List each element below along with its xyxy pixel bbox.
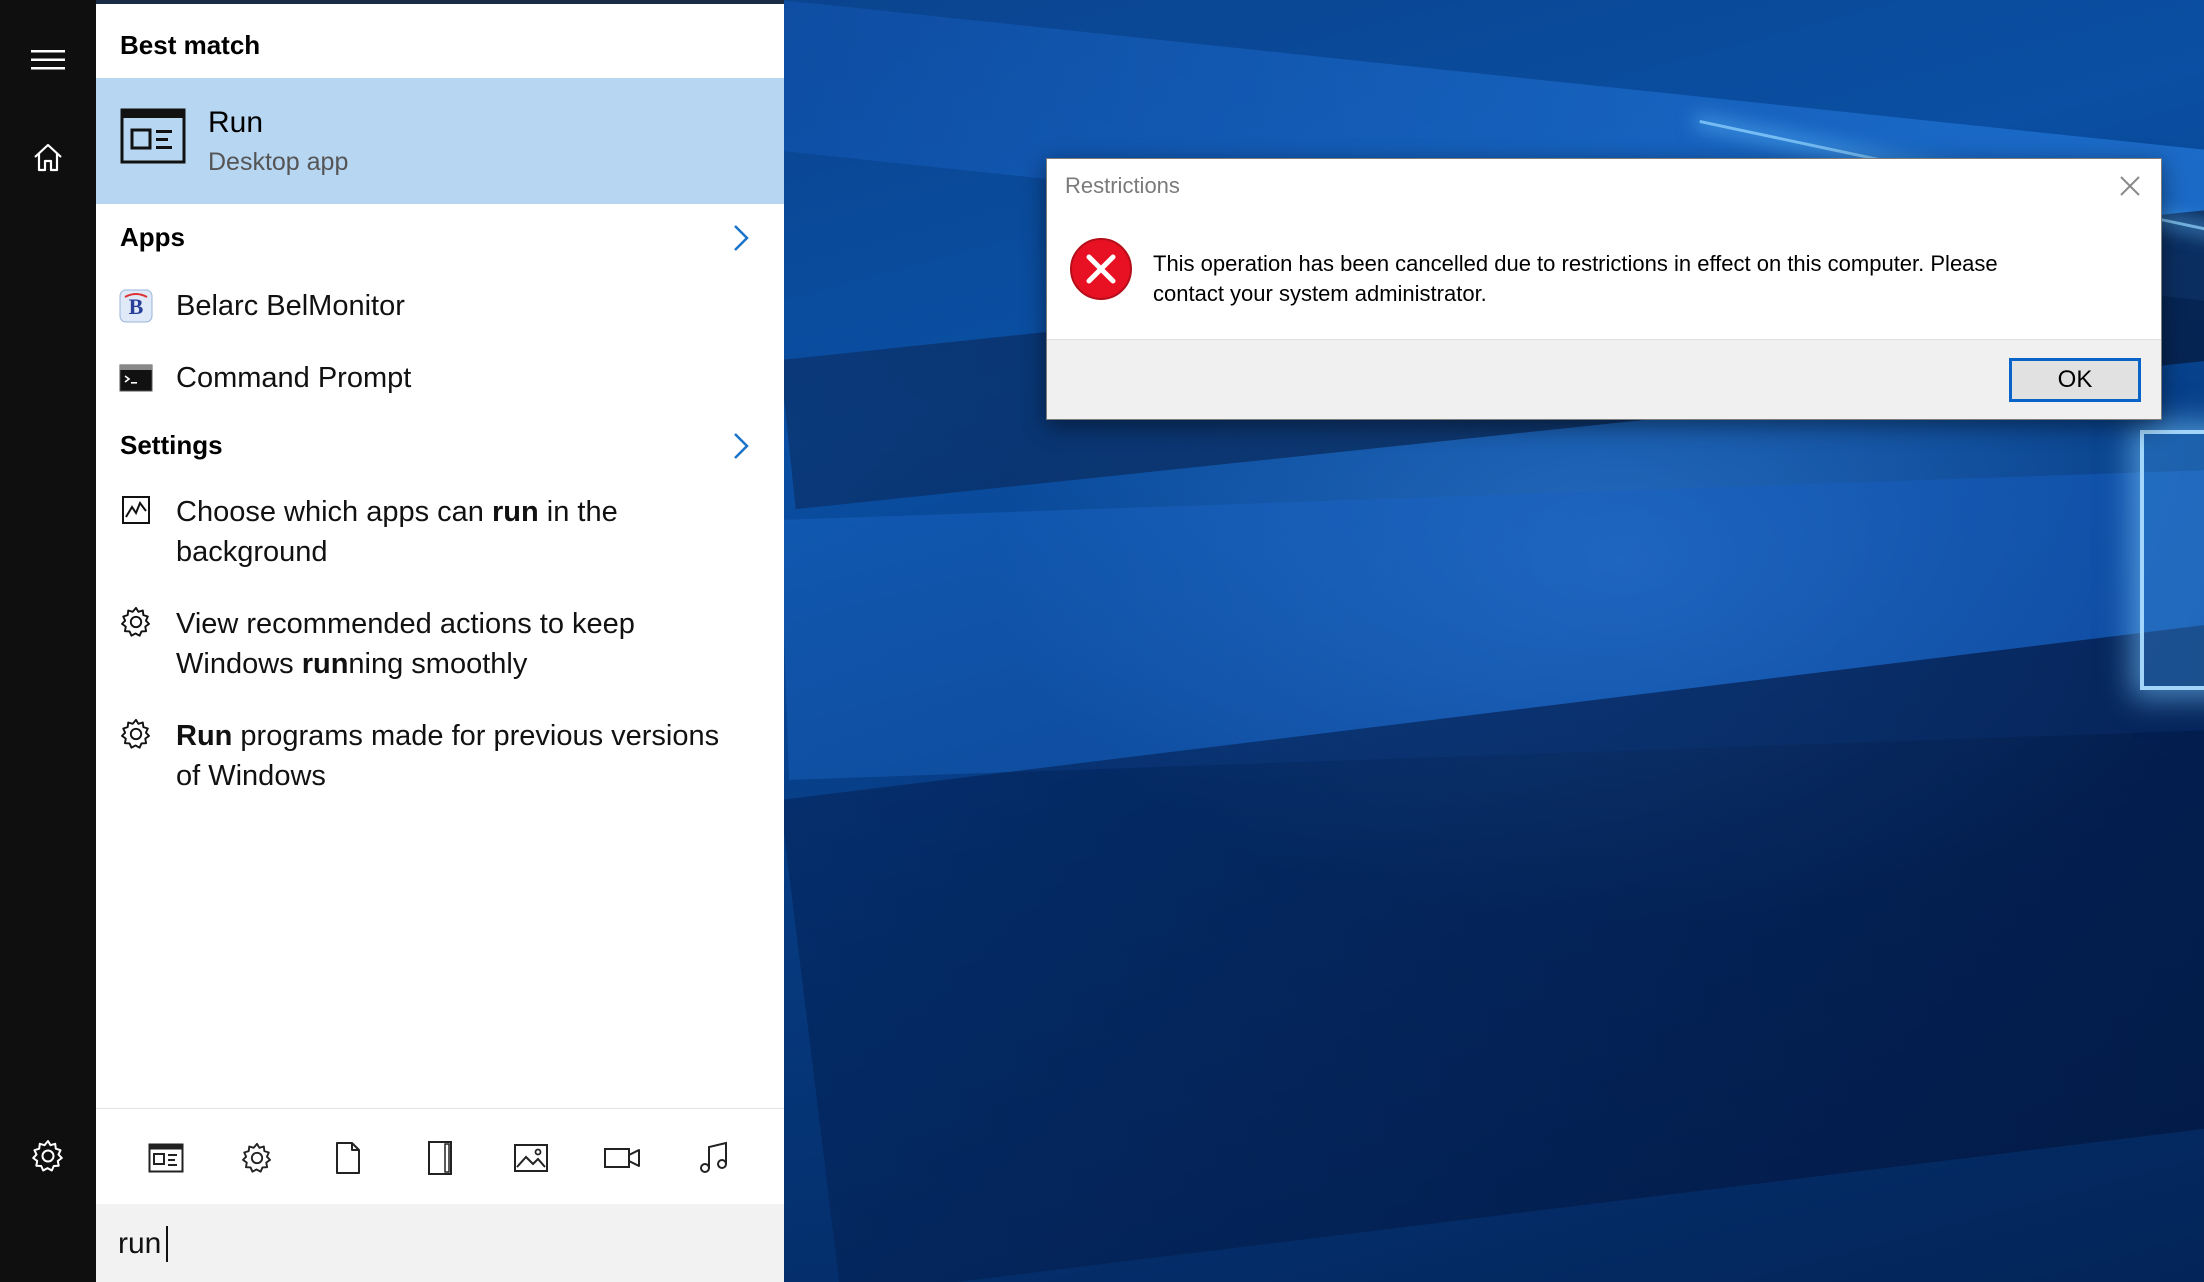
best-match-run-item[interactable]: Run Desktop app (96, 78, 784, 204)
label-text: in the (538, 496, 618, 528)
label-highlight: run (491, 496, 539, 528)
ok-button[interactable]: OK (2009, 358, 2141, 402)
hamburger-menu-icon[interactable] (18, 30, 78, 90)
wallpaper-windows-logo-pane (2140, 430, 2204, 690)
app-item-label: Command Prompt (176, 362, 412, 394)
best-match-subtitle: Desktop app (208, 148, 349, 176)
label-text: ning smoothly (348, 648, 528, 680)
settings-item-compatibility[interactable]: Run programs made for previous versions … (96, 712, 784, 800)
top-edge (96, 0, 784, 4)
app-item-belarc-belmonitor[interactable]: B Belarc BelMonitor (96, 282, 784, 330)
label-text: background (176, 536, 328, 568)
settings-filter-icon[interactable] (234, 1135, 280, 1181)
home-icon[interactable] (18, 127, 78, 187)
settings-item-label: Run programs made for previous versions … (176, 716, 756, 796)
run-app-icon (120, 108, 186, 169)
svg-text:B: B (129, 294, 144, 319)
documents-filter-icon[interactable] (325, 1135, 371, 1181)
app-item-label: Belarc BelMonitor (176, 290, 405, 322)
label-highlight: run (301, 648, 349, 680)
app-item-command-prompt[interactable]: Command Prompt (96, 354, 784, 402)
label-text: programs made for previous versions (232, 720, 720, 752)
settings-item-label: Choose which apps can run in the backgro… (176, 492, 756, 572)
settings-item-recommended-actions[interactable]: View recommended actions to keep Windows… (96, 600, 784, 688)
search-filter-bar (96, 1108, 784, 1204)
start-menu-rail (0, 0, 96, 1282)
settings-gear-icon[interactable] (18, 1126, 78, 1186)
music-filter-icon[interactable] (691, 1135, 737, 1181)
chevron-right-icon[interactable] (726, 220, 756, 256)
best-match-header: Best match (120, 30, 261, 60)
chevron-right-icon[interactable] (726, 428, 756, 464)
dialog-message: This operation has been cancelled due to… (1153, 249, 2113, 309)
belarc-icon: B (118, 288, 154, 324)
gear-icon (118, 604, 154, 640)
settings-item-background-apps[interactable]: Choose which apps can run in the backgro… (96, 488, 784, 576)
settings-header[interactable]: Settings (120, 430, 223, 461)
dialog-footer: OK (1047, 339, 2161, 419)
message-line: This operation has been cancelled due to… (1153, 251, 1998, 276)
close-icon[interactable] (2113, 169, 2147, 203)
label-text: Choose which apps can (176, 496, 492, 528)
search-input[interactable] (118, 1222, 738, 1266)
label-text: Windows (176, 648, 302, 680)
text-caret (166, 1226, 168, 1262)
command-prompt-icon (118, 360, 154, 396)
gear-icon (118, 716, 154, 752)
dialog-title: Restrictions (1065, 173, 1180, 198)
settings-item-label: View recommended actions to keep Windows… (176, 604, 756, 684)
apps-header[interactable]: Apps (120, 222, 185, 253)
restrictions-dialog: Restrictions This operation has been can… (1046, 158, 2162, 420)
search-box[interactable] (96, 1204, 784, 1282)
message-line: contact your system administrator. (1153, 281, 1487, 306)
error-icon (1069, 237, 1133, 306)
best-match-title: Run (208, 106, 264, 139)
videos-filter-icon[interactable] (599, 1135, 645, 1181)
background-apps-icon (118, 492, 154, 528)
label-highlight: Run (176, 720, 233, 752)
photos-filter-icon[interactable] (508, 1135, 554, 1181)
label-text: View recommended actions to keep (176, 608, 635, 640)
label-text: of Windows (176, 760, 326, 792)
search-results-panel: Best match Run Desktop app Apps B Belarc… (96, 0, 784, 1282)
apps-filter-icon[interactable] (143, 1135, 189, 1181)
folders-filter-icon[interactable] (417, 1135, 463, 1181)
